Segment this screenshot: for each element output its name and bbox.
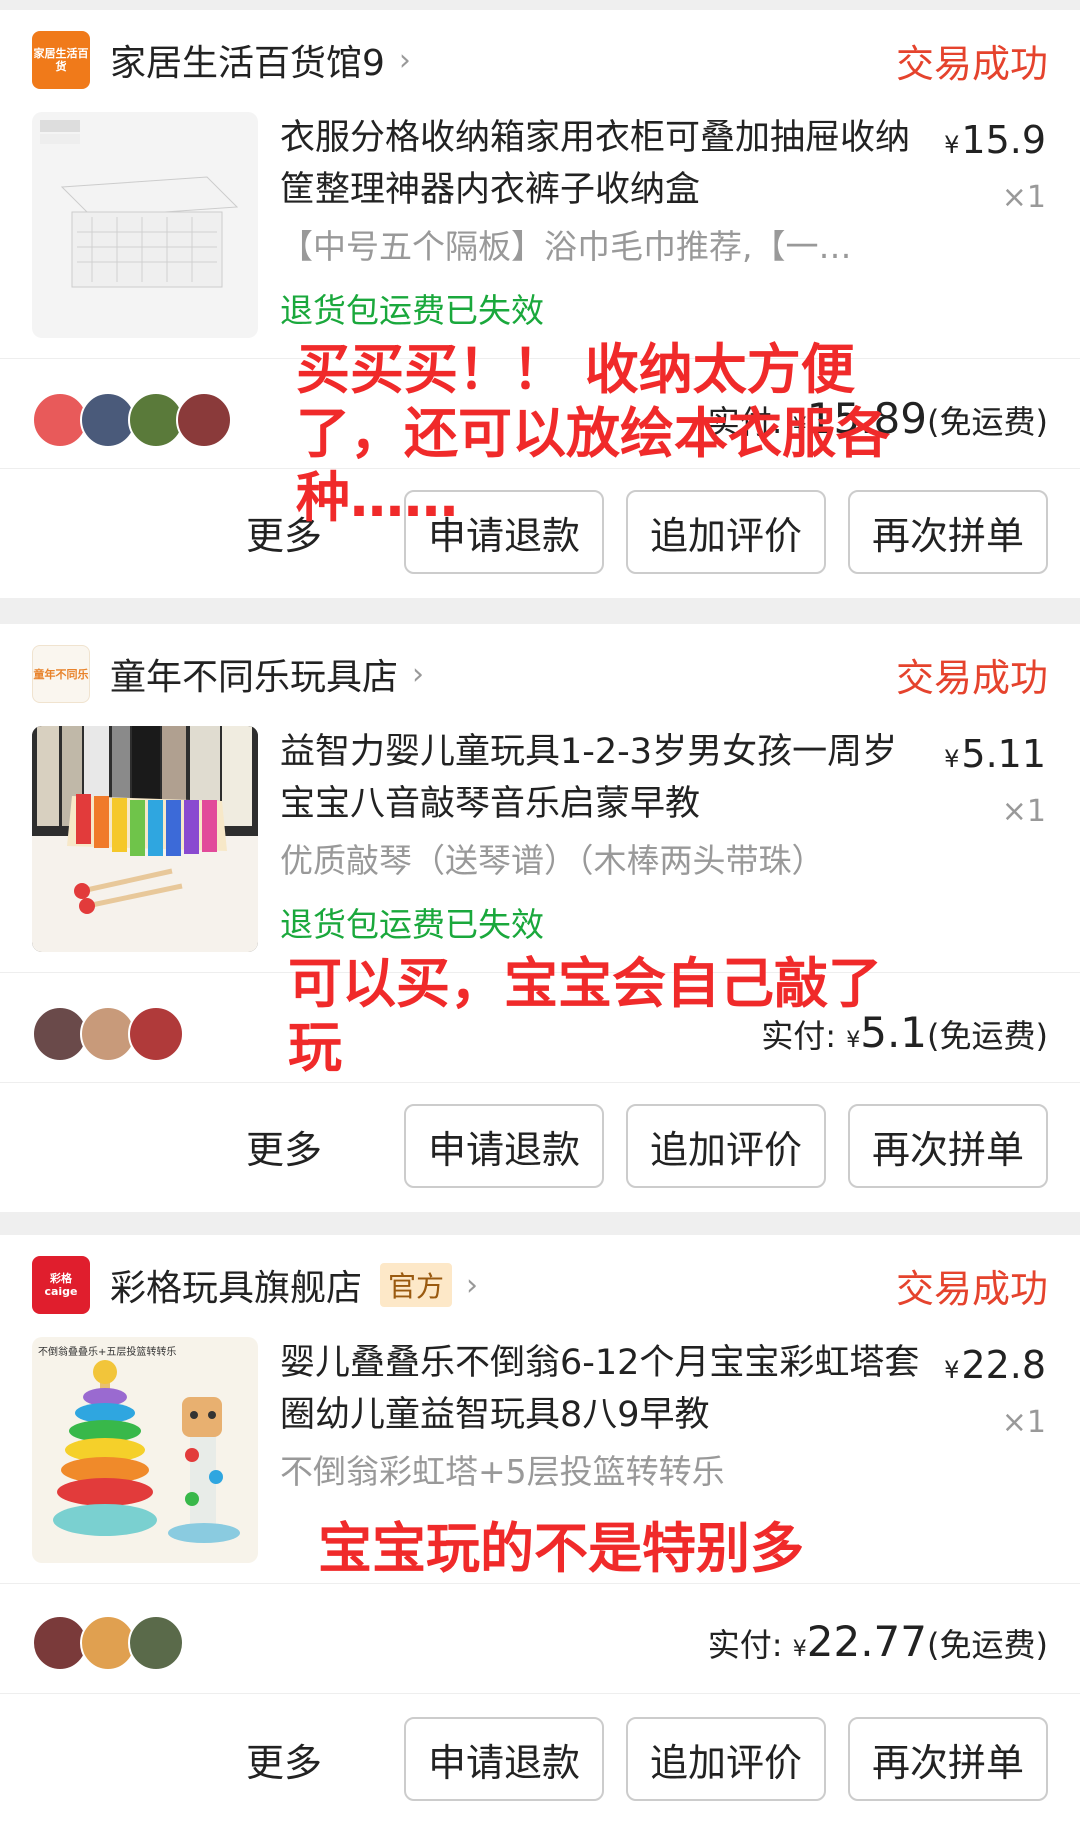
order-card: 彩格 caige 彩格玩具旗舰店 官方 › 交易成功 不倒翁叠叠乐+五层投篮转转… bbox=[0, 1235, 1080, 1837]
product-quantity: ×1 bbox=[1001, 794, 1046, 829]
order-actions: 更多 申请退款 追加评价 再次拼单 bbox=[246, 1717, 1048, 1801]
avatar bbox=[128, 1006, 184, 1062]
order-header: 童年不同乐 童年不同乐玩具店 › 交易成功 bbox=[32, 644, 1048, 704]
currency-symbol: ¥ bbox=[792, 1637, 807, 1662]
more-button[interactable]: 更多 bbox=[246, 1119, 322, 1174]
shop-name[interactable]: 彩格玩具旗舰店 bbox=[110, 1259, 362, 1311]
product-spec: 优质敲琴（送琴谱）（木棒两头带珠） bbox=[280, 841, 825, 880]
add-review-button[interactable]: 追加评价 bbox=[626, 1104, 826, 1188]
divider bbox=[0, 1583, 1080, 1584]
product-quantity: ×1 bbox=[1001, 180, 1046, 215]
order-status: 交易成功 bbox=[895, 655, 1048, 700]
shop-logo-text: 彩格 caige bbox=[44, 1272, 78, 1298]
product-thumbnail[interactable] bbox=[32, 726, 258, 952]
reorder-button[interactable]: 再次拼单 bbox=[848, 1717, 1048, 1801]
pay-amount: 22.77 bbox=[806, 1617, 928, 1666]
handwritten-note: 宝宝玩的不是特别多 bbox=[318, 1517, 804, 1580]
shipping-note: (免运费) bbox=[927, 1626, 1048, 1664]
order-card: 家居生活百货 家居生活百货馆9 › 交易成功 衣服分格收纳箱家用衣柜可叠加抽屉收… bbox=[0, 10, 1080, 598]
shipping-note: (免运费) bbox=[927, 1017, 1048, 1055]
more-button[interactable]: 更多 bbox=[246, 1732, 322, 1787]
product-spec: 【中号五个隔板】浴巾毛巾推荐,【一… bbox=[280, 227, 852, 266]
chevron-right-icon[interactable]: › bbox=[399, 43, 411, 78]
currency-symbol: ¥ bbox=[944, 1356, 960, 1384]
payment-total: 实付: ¥22.77(免运费) bbox=[708, 1617, 1048, 1666]
product-thumbnail[interactable] bbox=[32, 112, 258, 338]
currency-symbol: ¥ bbox=[944, 745, 960, 773]
avatar bbox=[128, 1615, 184, 1671]
chevron-right-icon[interactable]: › bbox=[466, 1268, 478, 1303]
reorder-button[interactable]: 再次拼单 bbox=[848, 1104, 1048, 1188]
request-refund-button[interactable]: 申请退款 bbox=[404, 1717, 604, 1801]
product-price: ¥5.11 bbox=[944, 732, 1046, 776]
product-price: ¥22.8 bbox=[944, 1343, 1046, 1387]
price-value: 22.8 bbox=[961, 1343, 1046, 1387]
divider bbox=[0, 1693, 1080, 1694]
order-status: 交易成功 bbox=[895, 41, 1048, 86]
buyer-avatars[interactable] bbox=[32, 392, 232, 448]
product-price: ¥15.9 bbox=[944, 118, 1046, 162]
price-value: 5.11 bbox=[961, 732, 1046, 776]
handwritten-note: 买买买！！ 收纳太方便了，还可以放绘本衣服各种…… bbox=[296, 338, 890, 529]
buyer-avatars[interactable] bbox=[32, 1615, 184, 1671]
product-title[interactable]: 婴儿叠叠乐不倒翁6-12个月宝宝彩虹塔套圈幼儿童益智玩具8八9早教 bbox=[280, 1337, 920, 1441]
currency-symbol: ¥ bbox=[944, 131, 960, 159]
freight-insurance-status: 退货包运费已失效 bbox=[280, 291, 544, 330]
request-refund-button[interactable]: 申请退款 bbox=[404, 1104, 604, 1188]
add-review-button[interactable]: 追加评价 bbox=[626, 1717, 826, 1801]
product-quantity: ×1 bbox=[1001, 1405, 1046, 1440]
product-title[interactable]: 衣服分格收纳箱家用衣柜可叠加抽屉收纳筐整理神器内衣裤子收纳盒 bbox=[280, 112, 920, 216]
divider bbox=[0, 1082, 1080, 1083]
shipping-note: (免运费) bbox=[927, 403, 1048, 441]
shop-logo-text: 家居生活百货 bbox=[33, 47, 89, 73]
shop-name[interactable]: 家居生活百货馆9 bbox=[110, 34, 385, 86]
official-store-badge: 官方 bbox=[380, 1263, 453, 1307]
buyer-avatars[interactable] bbox=[32, 1006, 184, 1062]
shop-name[interactable]: 童年不同乐玩具店 bbox=[110, 648, 398, 700]
handwritten-note: 可以买，宝宝会自己敲了玩 bbox=[288, 952, 882, 1079]
order-header: 彩格 caige 彩格玩具旗舰店 官方 › 交易成功 bbox=[32, 1255, 1048, 1315]
shop-logo[interactable]: 家居生活百货 bbox=[32, 31, 90, 89]
price-value: 15.9 bbox=[961, 118, 1046, 162]
thumbnail-caption: 不倒翁叠叠乐+五层投篮转转乐 bbox=[38, 1347, 177, 1358]
shop-logo[interactable]: 童年不同乐 bbox=[32, 645, 90, 703]
product-title[interactable]: 益智力婴儿童玩具1-2-3岁男女孩一周岁宝宝八音敲琴音乐启蒙早教 bbox=[280, 726, 920, 830]
avatar bbox=[176, 392, 232, 448]
order-actions: 更多 申请退款 追加评价 再次拼单 bbox=[246, 1104, 1048, 1188]
shop-logo-text: 童年不同乐 bbox=[33, 667, 89, 681]
order-card: 童年不同乐 童年不同乐玩具店 › 交易成功 益智力婴儿童玩具1-2-3岁男女孩一… bbox=[0, 624, 1080, 1212]
product-thumbnail[interactable]: 不倒翁叠叠乐+五层投篮转转乐 bbox=[32, 1337, 258, 1563]
order-header: 家居生活百货 家居生活百货馆9 › 交易成功 bbox=[32, 30, 1048, 90]
shop-logo[interactable]: 彩格 caige bbox=[32, 1256, 90, 1314]
order-status: 交易成功 bbox=[895, 1266, 1048, 1311]
chevron-right-icon[interactable]: › bbox=[412, 657, 424, 692]
product-spec: 不倒翁彩虹塔+5层投篮转转乐 bbox=[280, 1452, 725, 1491]
pay-label: 实付: bbox=[707, 1626, 793, 1664]
freight-insurance-status: 退货包运费已失效 bbox=[280, 905, 544, 944]
